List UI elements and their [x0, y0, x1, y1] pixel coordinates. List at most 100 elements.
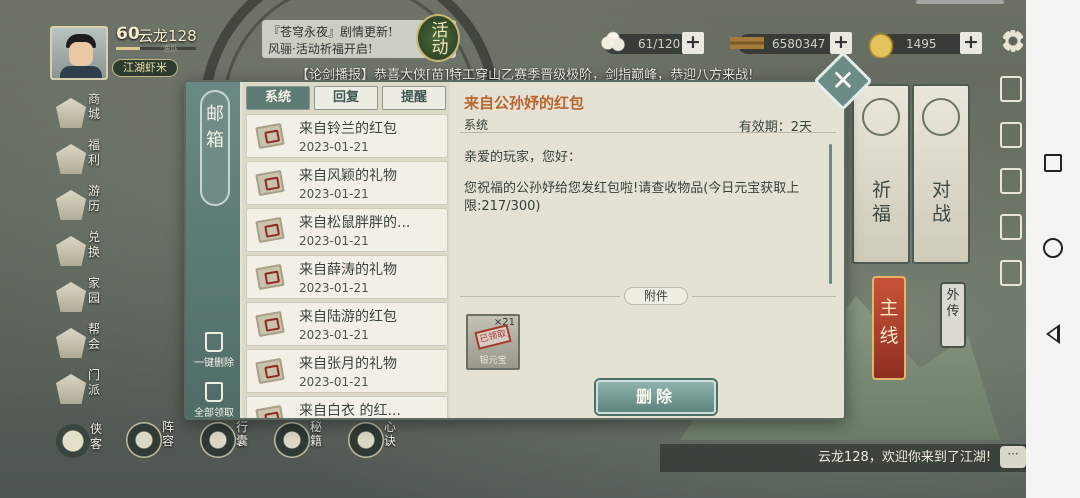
formation-icon — [126, 422, 162, 458]
crossed-swords-icon — [922, 98, 960, 136]
pray-emblem-icon — [862, 98, 900, 136]
attachment-item[interactable]: ×21 已领取 银元宝 — [466, 314, 520, 370]
sect-icon — [56, 374, 86, 404]
experience-bar — [116, 47, 196, 50]
menu-welfare[interactable]: 福利 — [56, 138, 102, 182]
hero-icon — [56, 424, 90, 458]
left-menu: 商城 福利 游历 兑换 家园 帮会 门派 — [56, 92, 102, 414]
menu-home[interactable]: 家园 — [56, 276, 102, 320]
battle-banner[interactable]: 对战 — [912, 84, 970, 264]
side-quest-button[interactable]: 外传 — [940, 282, 966, 348]
heart-art-icon — [348, 422, 384, 458]
mail-sidebar: 邮箱 一键删除 全部领取 — [186, 82, 240, 418]
exchange-icon — [56, 236, 86, 266]
player-rank-badge: 江湖虾米 — [112, 59, 178, 77]
menu-bag[interactable]: 行囊 — [200, 420, 254, 466]
bottom-menu: 阵容 行囊 秘籍 心诀 — [126, 420, 402, 466]
recent-apps-icon[interactable] — [1044, 154, 1062, 172]
scroll-icon[interactable] — [1000, 76, 1022, 102]
claim-all-button[interactable]: 全部领取 — [190, 382, 238, 418]
home-circle-icon[interactable] — [1043, 238, 1063, 258]
mail-list-item[interactable]: 来自铃兰的红包 2023-01-21 — [246, 114, 448, 158]
delete-all-button[interactable]: 一键删除 — [190, 332, 238, 369]
mail-list-item[interactable]: 来自白衣 的红... — [246, 396, 448, 418]
player-level: 60 — [116, 24, 140, 44]
menu-formation[interactable]: 阵容 — [126, 420, 180, 466]
door-icon[interactable] — [1000, 122, 1022, 148]
envelope-icon — [255, 357, 285, 385]
mail-detail-scrollbar[interactable] — [829, 144, 832, 284]
trash-icon — [205, 332, 223, 352]
mail-title: 邮箱 — [200, 90, 230, 206]
envelope-icon — [255, 122, 285, 150]
mail-list: 来自铃兰的红包 2023-01-21 来自风颖的礼物 2023-01-21 来自… — [246, 114, 448, 418]
list-icon[interactable] — [1000, 168, 1022, 194]
player-avatar[interactable] — [50, 26, 108, 80]
tab-reply[interactable]: 回复 — [314, 86, 378, 110]
envelope-icon — [255, 404, 285, 418]
close-icon: ✕ — [831, 64, 855, 97]
mail-list-item[interactable]: 来自薛涛的礼物 2023-01-21 — [246, 255, 448, 299]
mail-list-pane: 系统 回复 提醒 来自铃兰的红包 2023-01-21 来自风颖的礼物 2023… — [242, 82, 450, 418]
ingot-counter: 1495 + — [864, 28, 982, 58]
chat-bar[interactable]: 云龙128，欢迎你来到了江湖! — [660, 444, 1026, 472]
status-bar-indicator — [916, 0, 1004, 4]
attachment-name: 银元宝 — [479, 356, 507, 366]
attachment-label: 附件 — [624, 287, 688, 305]
bag-icon — [200, 422, 236, 458]
settings-gear-icon[interactable] — [1002, 30, 1024, 52]
task-check-icon[interactable] — [1000, 214, 1022, 240]
envelope-icon — [255, 169, 285, 197]
add-stamina-button[interactable]: + — [682, 32, 704, 54]
add-ingot-button[interactable]: + — [960, 32, 982, 54]
activity-button[interactable]: 活动 — [416, 14, 460, 62]
mail-detail-title: 来自公孙妤的红包 — [464, 94, 585, 112]
mail-list-item[interactable]: 来自松鼠胖胖的... 2023-01-21 — [246, 208, 448, 252]
chat-message: 云龙128，欢迎你来到了江湖! — [818, 450, 992, 465]
main-quest-button[interactable]: 主线 — [872, 276, 906, 380]
coins-counter: 6580347 + — [730, 28, 852, 58]
player-subtitle: ·渔队 — [160, 44, 179, 53]
book-icon[interactable] — [1000, 260, 1022, 286]
coins-value: 6580347 — [772, 37, 826, 51]
menu-manual[interactable]: 秘籍 — [274, 420, 328, 466]
shop-icon — [56, 98, 86, 128]
claim-icon — [205, 382, 223, 402]
stamina-counter: 61/120 + — [596, 28, 704, 58]
divider — [460, 132, 836, 133]
mail-list-item[interactable]: 来自风颖的礼物 2023-01-21 — [246, 161, 448, 205]
mail-detail-body: 您祝福的公孙妤给您发红包啦!请查收物品(今日元宝获取上限:217/300) — [464, 181, 800, 214]
add-coins-button[interactable]: + — [830, 32, 852, 54]
gold-ingot-icon — [864, 28, 898, 58]
home-icon — [56, 282, 86, 312]
stamina-value: 61/120 — [638, 37, 681, 51]
tab-system[interactable]: 系统 — [246, 86, 310, 110]
back-triangle-icon[interactable] — [1046, 324, 1060, 344]
envelope-icon — [255, 263, 285, 291]
mail-list-item[interactable]: 来自张月的礼物 2023-01-21 — [246, 349, 448, 393]
envelope-icon — [255, 216, 285, 244]
divider — [692, 296, 836, 297]
hero-button[interactable]: 侠客 — [56, 420, 108, 466]
menu-shop[interactable]: 商城 — [56, 92, 102, 136]
mail-list-item[interactable]: 来自陆游的红包 2023-01-21 — [246, 302, 448, 346]
menu-heart-art[interactable]: 心诀 — [348, 420, 402, 466]
welfare-icon — [56, 144, 86, 174]
menu-travel[interactable]: 游历 — [56, 184, 102, 228]
right-icon-column — [1000, 76, 1026, 306]
mail-detail: 来自公孙妤的红包 系统 有效期：2天 亲爱的玩家，您好： 您祝福的公孙妤给您发红… — [454, 86, 842, 414]
menu-sect[interactable]: 门派 — [56, 368, 102, 412]
chat-bubble-icon[interactable]: ··· — [1000, 446, 1026, 468]
delete-mail-button[interactable]: 删除 — [596, 380, 716, 414]
mail-detail-sender: 系统 — [464, 118, 489, 132]
menu-exchange[interactable]: 兑换 — [56, 230, 102, 274]
mail-tabs: 系统 回复 提醒 — [246, 86, 446, 110]
steamed-bun-icon — [596, 28, 630, 58]
menu-guild[interactable]: 帮会 — [56, 322, 102, 366]
tab-reminder[interactable]: 提醒 — [382, 86, 446, 110]
claimed-stamp: 已领取 — [474, 324, 512, 350]
manual-icon — [274, 422, 310, 458]
pray-banner[interactable]: 祈福 — [852, 84, 910, 264]
mail-dialog: 邮箱 一键删除 全部领取 系统 回复 提醒 来自铃兰的红包 2023-01-21… — [184, 80, 846, 420]
mail-detail-greeting: 亲爱的玩家，您好： — [464, 150, 582, 165]
